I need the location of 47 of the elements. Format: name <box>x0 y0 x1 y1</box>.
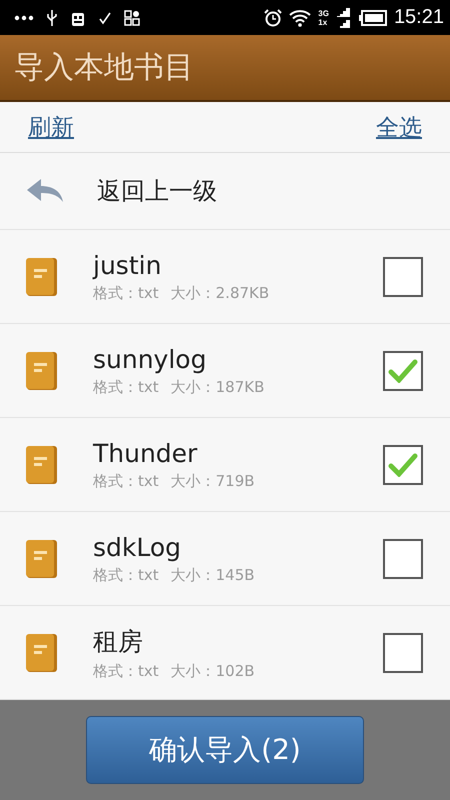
book-icon <box>25 538 59 578</box>
file-name: sunnylog <box>93 344 208 374</box>
refresh-link[interactable]: 刷新 <box>28 112 74 142</box>
file-format: 格式：txt <box>93 472 159 490</box>
book-icon <box>25 444 59 484</box>
usb-icon <box>46 8 58 26</box>
clock-time: 15:21 <box>394 6 444 29</box>
file-size: 大小：719B <box>170 472 255 490</box>
file-size: 大小：2.87KB <box>170 284 270 302</box>
file-name: justin <box>93 250 162 280</box>
file-name: Thunder <box>93 438 198 468</box>
back-row[interactable]: 返回上一级 <box>0 153 450 230</box>
screen-title: 导入本地书目 <box>14 49 194 87</box>
book-icon <box>25 632 59 672</box>
file-row[interactable]: Thunder 格式：txt 大小：719B <box>0 418 450 512</box>
file-format: 格式：txt <box>93 378 159 396</box>
wifi-icon <box>289 8 312 26</box>
file-name: 租房 <box>93 626 144 658</box>
book-icon <box>25 350 59 390</box>
grid-icon <box>124 10 140 26</box>
select-all-link[interactable]: 全选 <box>376 112 422 142</box>
file-row[interactable]: sdkLog 格式：txt 大小：145B <box>0 512 450 606</box>
file-row[interactable]: sunnylog 格式：txt 大小：187KB <box>0 324 450 418</box>
checkbox[interactable] <box>383 350 423 390</box>
file-format: 格式：txt <box>93 566 159 584</box>
network-label: 3G <box>318 8 329 18</box>
file-row[interactable]: justin 格式：txt 大小：2.87KB <box>0 230 450 324</box>
battery-icon <box>358 10 387 26</box>
checkbox[interactable] <box>383 632 423 672</box>
file-size: 大小：187KB <box>170 378 264 396</box>
checkbox[interactable] <box>383 538 423 578</box>
network-label: 1x <box>318 18 328 26</box>
checkbox[interactable] <box>383 256 423 296</box>
file-size: 大小：145B <box>170 566 255 584</box>
file-format: 格式：txt <box>93 284 159 302</box>
checkbox[interactable] <box>383 444 423 484</box>
signal-icon <box>336 6 352 28</box>
more-icon <box>14 14 34 20</box>
alarm-icon <box>264 8 282 26</box>
back-arrow-icon <box>27 178 63 204</box>
file-format: 格式：txt <box>93 662 159 680</box>
back-label: 返回上一级 <box>97 176 217 207</box>
confirm-import-button[interactable]: 确认导入(2) <box>86 716 364 784</box>
check-icon <box>98 10 112 24</box>
book-icon <box>25 256 59 296</box>
file-size: 大小：102B <box>170 662 255 680</box>
file-name: sdkLog <box>93 532 182 562</box>
